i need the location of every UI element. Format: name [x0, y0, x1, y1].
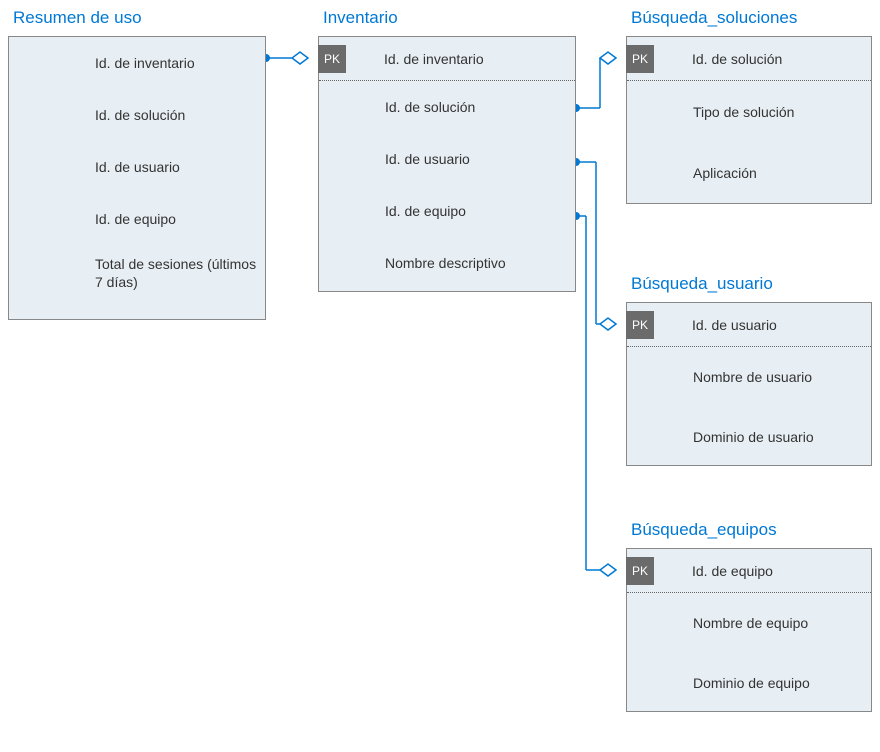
pk-field: Id. de usuario: [654, 317, 777, 333]
pk-row: PK Id. de equipo: [627, 549, 871, 593]
usuario-field: Dominio de usuario: [627, 407, 871, 467]
equipos-title: Búsqueda_equipos: [631, 520, 777, 540]
usuario-field: Nombre de usuario: [627, 347, 871, 407]
equipos-field: Nombre de equipo: [627, 593, 871, 653]
entity-resumen: Id. de inventario Id. de solución Id. de…: [8, 36, 266, 320]
resumen-field: Id. de usuario: [9, 141, 265, 193]
pk-field: Id. de equipo: [654, 563, 773, 579]
soluciones-field: Aplicación: [627, 143, 871, 203]
pk-row: PK Id. de inventario: [319, 37, 575, 81]
pk-field: Id. de solución: [654, 51, 782, 67]
entity-equipos: PK Id. de equipo Nombre de equipo Domini…: [626, 548, 872, 712]
resumen-field: Total de sesiones (últimos 7 días): [9, 245, 265, 301]
resumen-field: Id. de inventario: [9, 37, 265, 89]
entity-usuario: PK Id. de usuario Nombre de usuario Domi…: [626, 302, 872, 466]
pk-row: PK Id. de solución: [627, 37, 871, 81]
pk-badge: PK: [626, 45, 654, 73]
pk-field: Id. de inventario: [346, 51, 484, 67]
usuario-title: Búsqueda_usuario: [631, 274, 773, 294]
soluciones-title: Búsqueda_soluciones: [631, 8, 797, 28]
resumen-field: Id. de solución: [9, 89, 265, 141]
inventario-field: Id. de solución: [319, 81, 575, 133]
resumen-field-label: Total de sesiones (últimos 7 días): [95, 255, 265, 291]
pk-badge: PK: [626, 557, 654, 585]
equipos-field: Dominio de equipo: [627, 653, 871, 713]
inventario-field: Nombre descriptivo: [319, 237, 575, 289]
entity-inventario: PK Id. de inventario Id. de solución Id.…: [318, 36, 576, 292]
pk-row: PK Id. de usuario: [627, 303, 871, 347]
inventario-title: Inventario: [323, 8, 398, 28]
pk-badge: PK: [318, 45, 346, 73]
resumen-title: Resumen de uso: [13, 8, 142, 28]
inventario-field: Id. de equipo: [319, 185, 575, 237]
soluciones-field: Tipo de solución: [627, 81, 871, 143]
resumen-field: Id. de equipo: [9, 193, 265, 245]
entity-soluciones: PK Id. de solución Tipo de solución Apli…: [626, 36, 872, 204]
pk-badge: PK: [626, 311, 654, 339]
inventario-field: Id. de usuario: [319, 133, 575, 185]
